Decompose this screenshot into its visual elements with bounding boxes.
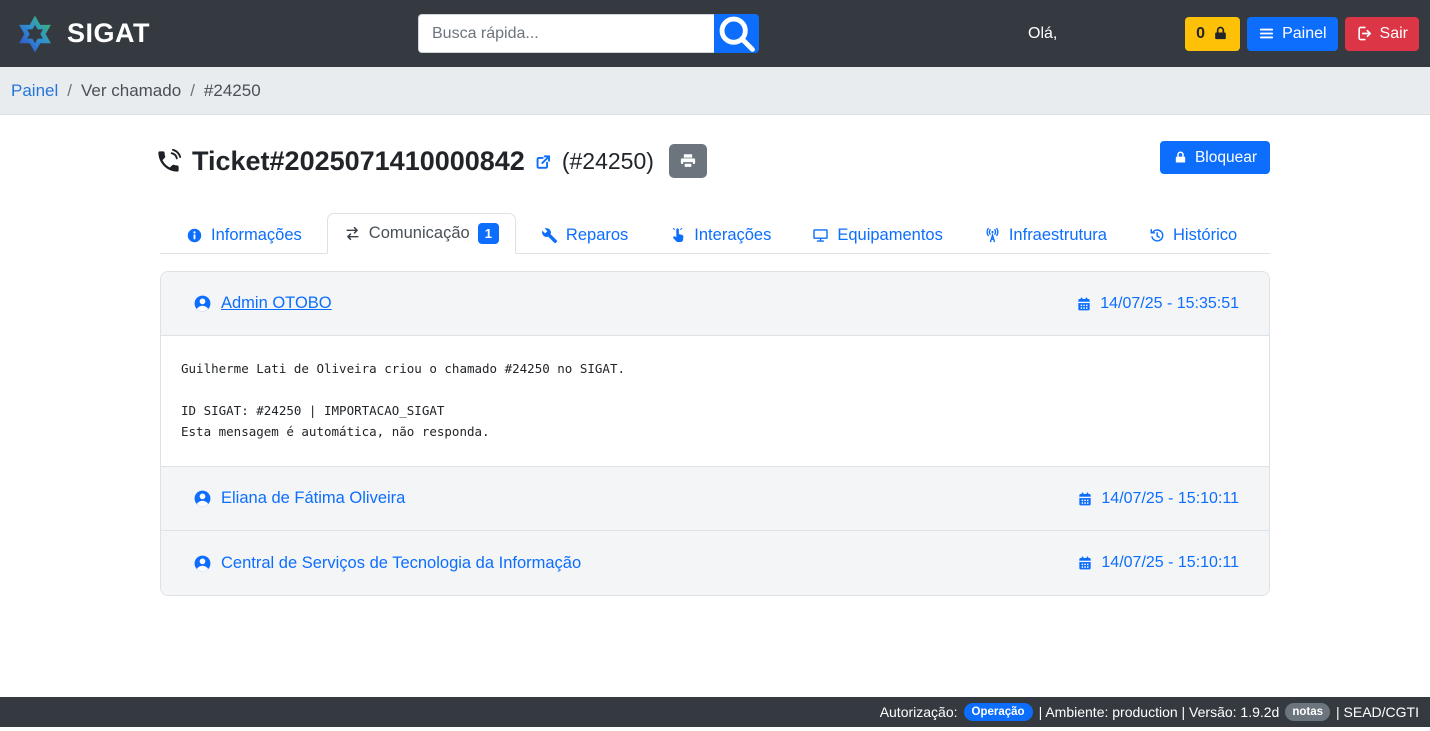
breadcrumb-separator: / — [67, 81, 72, 101]
footer: Autorização: Operação | Ambiente: produc… — [0, 697, 1430, 727]
date-text: 14/07/25 - 15:35:51 — [1100, 295, 1239, 313]
message-header-row: Eliana de Fátima Oliveira 14/07/25 - 15:… — [161, 467, 1269, 531]
ticket-tabs: Informações Comunicação 1 Reparos Intera… — [160, 213, 1270, 254]
external-link-icon[interactable] — [534, 152, 553, 171]
locked-count: 0 — [1196, 25, 1205, 43]
tab-label: Equipamentos — [837, 226, 943, 245]
tab-reparos[interactable]: Reparos — [525, 217, 644, 254]
message-header-row: Admin OTOBO 14/07/25 - 15:35:51 — [161, 272, 1269, 336]
footer-ambiente-text: | Ambiente: production | Versão: 1.9.2d — [1039, 704, 1280, 720]
footer-autorizacao-label: Autorização: — [880, 704, 958, 720]
locked-tickets-button[interactable]: 0 — [1185, 17, 1240, 51]
menu-icon — [1258, 25, 1275, 42]
tab-informacoes[interactable]: Informações — [170, 217, 318, 254]
greeting-text: Olá, — [1028, 25, 1057, 43]
date-text: 14/07/25 - 15:10:11 — [1101, 490, 1239, 508]
author-link[interactable]: Admin OTOBO — [193, 294, 332, 313]
calendar-icon — [1077, 491, 1093, 507]
broadcast-tower-icon — [984, 227, 1001, 244]
author-name: Admin OTOBO — [221, 294, 332, 313]
breadcrumb-painel-link[interactable]: Painel — [11, 81, 58, 101]
phone-volume-icon — [155, 148, 182, 175]
bloquear-button[interactable]: Bloquear — [1160, 141, 1270, 174]
navbar-actions: 0 Painel Sair — [1185, 17, 1419, 51]
calendar-icon — [1077, 555, 1093, 571]
bloquear-label: Bloquear — [1195, 149, 1257, 167]
painel-button[interactable]: Painel — [1247, 17, 1337, 51]
message-header-row: Central de Serviços de Tecnologia da Inf… — [161, 531, 1269, 595]
calendar-icon — [1076, 296, 1092, 312]
search-icon — [714, 11, 759, 56]
tab-comunicacao[interactable]: Comunicação 1 — [327, 213, 516, 254]
brand[interactable]: SIGAT — [14, 13, 150, 55]
notas-badge[interactable]: notas — [1285, 703, 1330, 721]
ticket-number-suffix: (#24250) — [562, 148, 654, 175]
history-icon — [1148, 227, 1165, 244]
user-circle-icon — [193, 489, 212, 508]
hand-pointer-icon — [669, 227, 686, 244]
author-name: Central de Serviços de Tecnologia da Inf… — [221, 554, 581, 573]
desktop-icon — [812, 227, 829, 244]
communication-list: Admin OTOBO 14/07/25 - 15:35:51 Guilherm… — [160, 271, 1270, 596]
author-link[interactable]: Eliana de Fátima Oliveira — [193, 489, 405, 508]
tab-label: Reparos — [566, 226, 628, 245]
info-circle-icon — [186, 227, 203, 244]
operacao-badge: Operação — [964, 703, 1033, 721]
search-input[interactable] — [418, 14, 714, 53]
sigat-logo-icon — [14, 13, 56, 55]
tab-interacoes[interactable]: Interações — [653, 217, 787, 254]
brand-title: SIGAT — [67, 18, 150, 49]
painel-label: Painel — [1282, 25, 1326, 43]
search-button[interactable] — [714, 14, 759, 53]
lock-icon — [1212, 25, 1229, 42]
quick-search — [418, 14, 759, 53]
lock-icon — [1173, 150, 1188, 165]
sign-out-icon — [1356, 25, 1373, 42]
tab-historico[interactable]: Histórico — [1132, 217, 1253, 254]
tab-label: Infraestrutura — [1009, 226, 1107, 245]
breadcrumb-ticket-number: #24250 — [204, 81, 261, 101]
user-circle-icon — [193, 294, 212, 313]
tab-label: Interações — [694, 226, 771, 245]
print-button[interactable] — [669, 144, 707, 178]
author-name: Eliana de Fátima Oliveira — [221, 489, 405, 508]
breadcrumb: Painel / Ver chamado / #24250 — [0, 67, 1430, 115]
author-link[interactable]: Central de Serviços de Tecnologia da Inf… — [193, 554, 581, 573]
user-circle-icon — [193, 554, 212, 573]
breadcrumb-ver-chamado: Ver chamado — [81, 81, 181, 101]
breadcrumb-separator: / — [190, 81, 195, 101]
communication-count-badge: 1 — [478, 223, 499, 244]
exchange-icon — [344, 225, 361, 242]
sair-label: Sair — [1380, 25, 1408, 43]
page-title: Ticket#2025071410000842 — [192, 146, 525, 177]
message-date: 14/07/25 - 15:10:11 — [1077, 554, 1239, 572]
date-text: 14/07/25 - 15:10:11 — [1101, 554, 1239, 572]
tab-label: Comunicação — [369, 224, 470, 243]
footer-org-text: | SEAD/CGTI — [1336, 704, 1419, 720]
main-content: Ticket#2025071410000842 (#24250) Bloquea… — [160, 139, 1270, 596]
message-date: 14/07/25 - 15:35:51 — [1076, 295, 1239, 313]
ticket-title-row: Ticket#2025071410000842 (#24250) Bloquea… — [160, 139, 1270, 183]
wrench-icon — [541, 227, 558, 244]
printer-icon — [679, 152, 697, 170]
tab-label: Histórico — [1173, 226, 1237, 245]
message-date: 14/07/25 - 15:10:11 — [1077, 490, 1239, 508]
top-navbar: SIGAT Olá, 0 Painel — [0, 0, 1430, 67]
tab-infraestrutura[interactable]: Infraestrutura — [968, 217, 1123, 254]
tab-equipamentos[interactable]: Equipamentos — [796, 217, 959, 254]
tab-label: Informações — [211, 226, 302, 245]
message-body: Guilherme Lati de Oliveira criou o chama… — [161, 336, 1269, 467]
sair-button[interactable]: Sair — [1345, 17, 1419, 51]
